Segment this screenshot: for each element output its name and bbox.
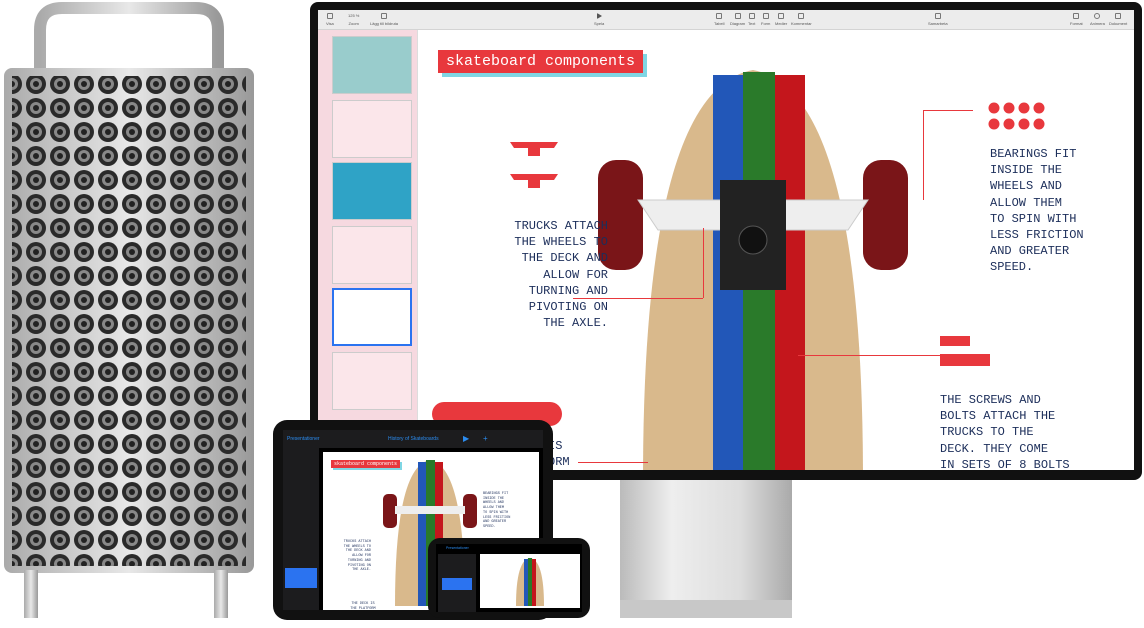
iphone-slide-canvas[interactable]	[480, 554, 580, 608]
plus-icon	[381, 13, 388, 19]
collaborate-icon	[934, 13, 941, 19]
ipad-deck-description: THE DECK IS THE PLATFORM YOU STAND ON.	[350, 602, 376, 610]
ipad-bearings-description: BEARINGS FIT INSIDE THE WHEELS AND ALLOW…	[483, 492, 511, 530]
bearings-callout-line-vertical	[923, 110, 924, 200]
screws-description: THE SCREWS AND BOLTS ATTACH THE TRUCKS T…	[940, 393, 1070, 470]
collaborate-button[interactable]: Samarbeta	[928, 13, 948, 26]
presentations-back-button[interactable]: Presentationer	[287, 436, 320, 442]
trucks-callout-line-vertical	[703, 228, 704, 298]
iphone-selected-slide-thumbnail[interactable]	[442, 578, 472, 590]
shape-button[interactable]: Form	[761, 13, 770, 26]
media-button[interactable]: Medier	[775, 13, 787, 26]
play-icon	[596, 13, 602, 19]
document-icon	[1115, 13, 1122, 19]
play-button[interactable]: Spela	[594, 13, 604, 26]
document-title: History of Skateboards	[388, 436, 439, 442]
skateboard-image	[598, 70, 908, 470]
animate-icon	[1094, 13, 1101, 19]
sidebar-icon	[326, 13, 333, 19]
slide-navigator	[318, 30, 418, 470]
table-button[interactable]: Tabell	[714, 13, 724, 26]
trucks-callout-line	[573, 298, 703, 299]
view-button[interactable]: Visa	[326, 13, 334, 26]
zoom-button[interactable]: 125 % Zoom	[348, 13, 359, 26]
iphone-presentations-back-button[interactable]: Presentationer	[446, 546, 469, 550]
bearings-icon	[988, 102, 1045, 130]
iphone-slide-navigator	[438, 554, 476, 612]
keynote-window: Visa 125 % Zoom Lägg till bildruta Spela …	[318, 10, 1134, 470]
media-icon	[778, 13, 785, 19]
comment-button[interactable]: Kommentar	[791, 13, 812, 26]
format-brush-icon	[1073, 13, 1080, 19]
animate-button[interactable]: Animera	[1090, 13, 1105, 26]
add-icon[interactable]: +	[483, 434, 488, 443]
toolbar: Visa 125 % Zoom Lägg till bildruta Spela …	[318, 10, 1134, 30]
chart-button[interactable]: Diagram	[730, 13, 745, 26]
text-icon	[748, 13, 755, 19]
document-button[interactable]: Dokument	[1109, 13, 1127, 26]
slide-thumbnail-1[interactable]	[332, 36, 412, 94]
slide-canvas[interactable]: skateboard components TRUCKS ATTACH THE …	[418, 30, 1134, 470]
mac-pro-tower	[4, 2, 254, 618]
screws-callout-line	[798, 355, 948, 356]
ipad-slide-navigator	[283, 448, 319, 610]
add-slide-button[interactable]: Lägg till bildruta	[370, 13, 398, 26]
chart-icon	[734, 13, 741, 19]
ipad-toolbar: Presentationer History of Skateboards ▶ …	[283, 430, 543, 448]
slide-thumbnail-6[interactable]	[332, 352, 412, 410]
slide-thumbnail-2[interactable]	[332, 100, 412, 158]
display-stand-foot	[620, 600, 792, 618]
comment-icon	[798, 13, 805, 19]
ipad-trucks-description: TRUCKS ATTACH THE WHEELS TO THE DECK AND…	[343, 540, 371, 573]
iphone-keynote-screen: Presentationer	[436, 544, 582, 612]
slide-thumbnail-3[interactable]	[332, 162, 412, 220]
selected-slide-thumbnail[interactable]	[285, 568, 317, 588]
iphone: Presentationer	[428, 538, 590, 618]
iphone-skateboard-image	[516, 558, 544, 606]
text-button[interactable]: Text	[748, 13, 755, 26]
trucks-description: TRUCKS ATTACH THE WHEELS TO THE DECK AND…	[514, 219, 608, 331]
slide-thumbnail-5-selected[interactable]	[332, 288, 412, 346]
play-icon[interactable]: ▶	[463, 434, 469, 443]
display-stand	[620, 478, 792, 618]
pro-display: Visa 125 % Zoom Lägg till bildruta Spela …	[310, 2, 1142, 480]
table-icon	[716, 13, 723, 19]
bearings-callout-line	[923, 110, 973, 111]
truck-icon	[510, 142, 558, 188]
bearings-description: BEARINGS FIT INSIDE THE WHEELS AND ALLOW…	[990, 147, 1084, 275]
format-button[interactable]: Format	[1070, 13, 1083, 26]
screws-bolts-icon	[940, 336, 990, 366]
deck-callout-line	[578, 462, 648, 463]
shape-icon	[762, 13, 769, 19]
slide-thumbnail-4[interactable]	[332, 226, 412, 284]
